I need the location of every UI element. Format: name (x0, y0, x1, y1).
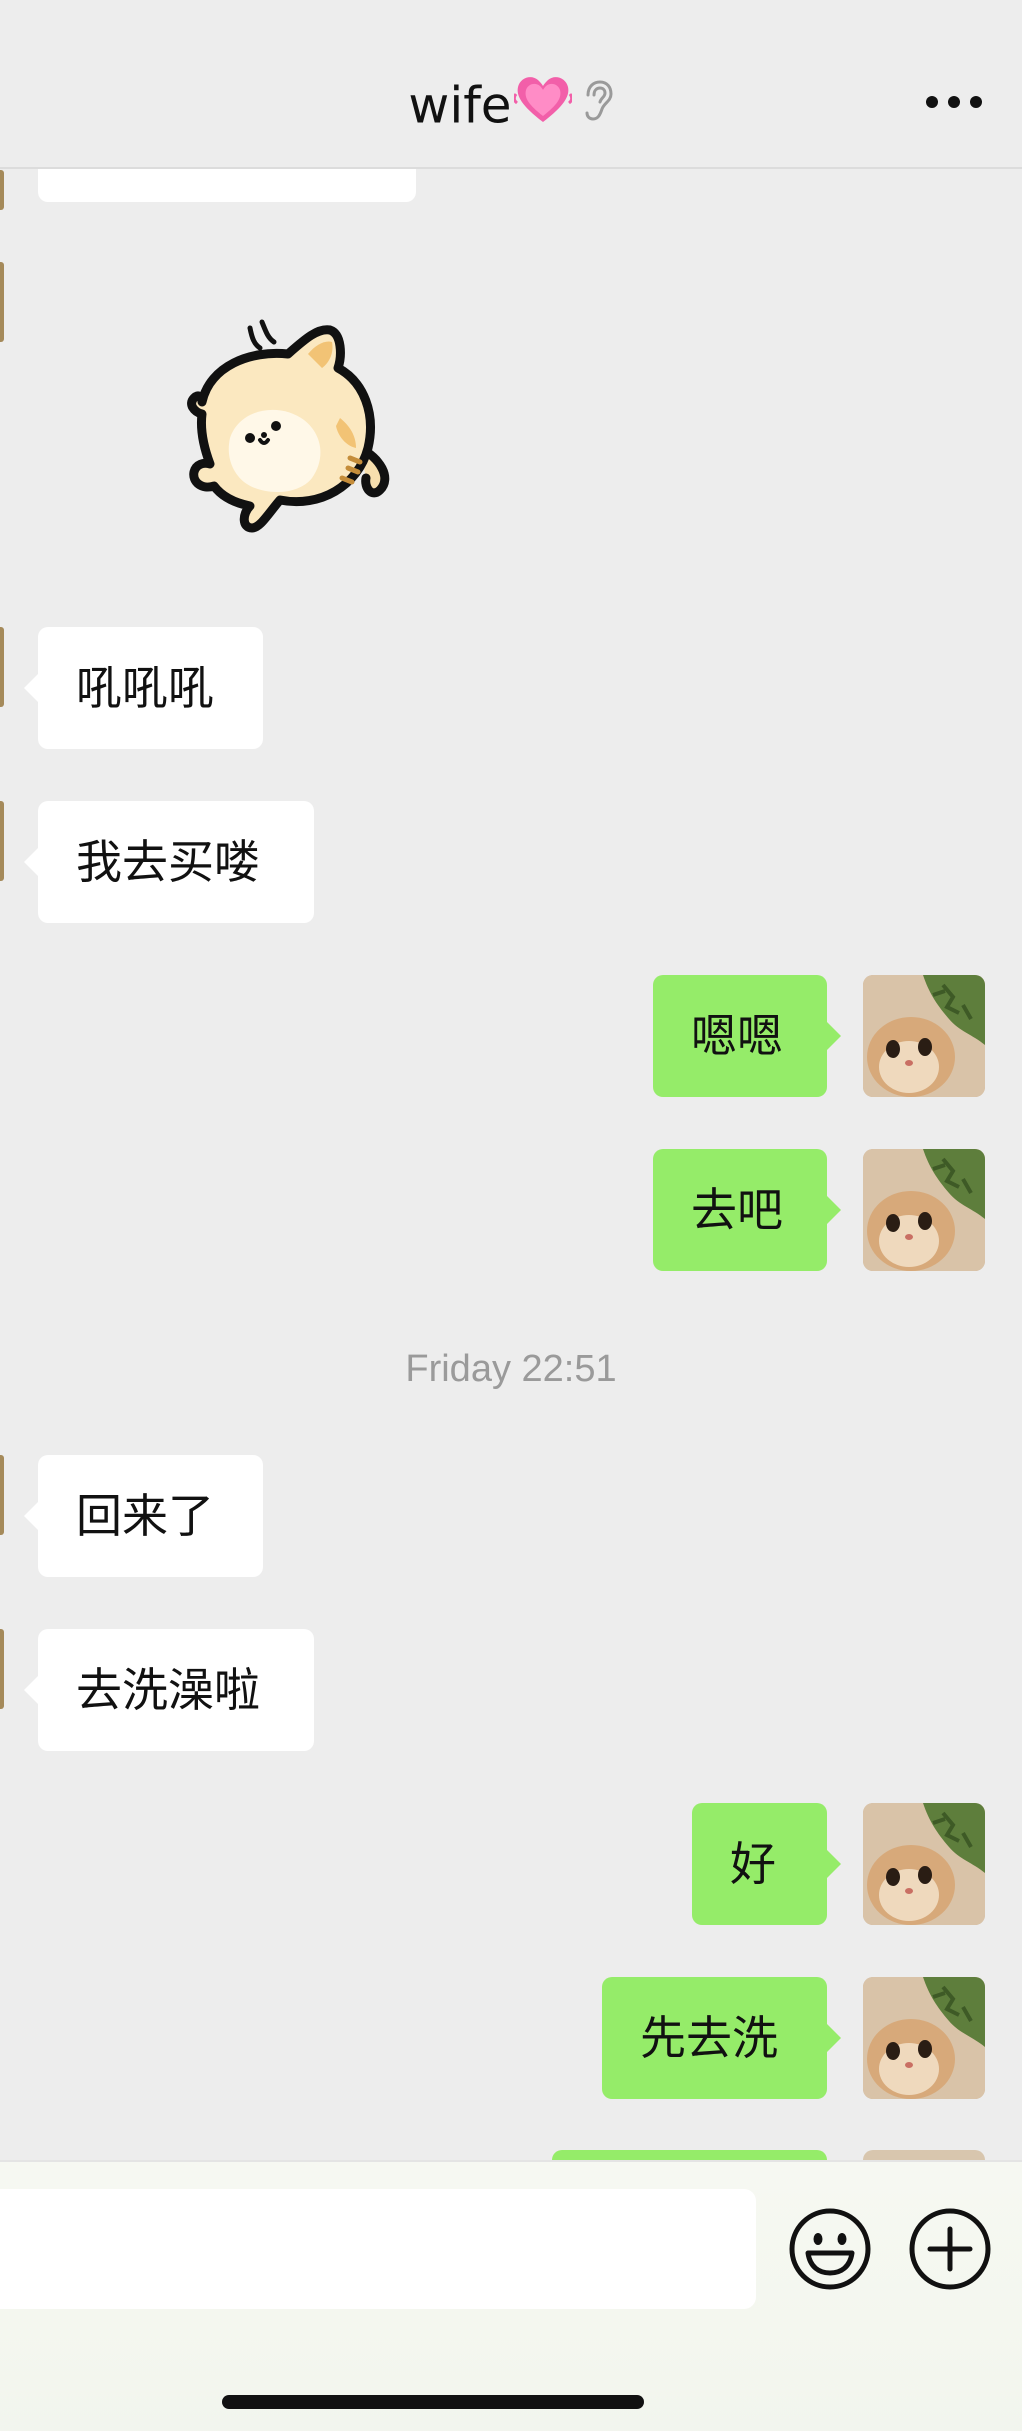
cat-sticker-icon[interactable] (180, 318, 420, 558)
plus-button[interactable] (908, 2207, 992, 2291)
message-timestamp: Friday 22:51 (405, 1348, 617, 1390)
more-dots-icon (926, 96, 982, 108)
contact-avatar[interactable] (0, 1455, 4, 1535)
plus-icon (909, 2208, 991, 2290)
input-bar (0, 2160, 1022, 2431)
outgoing-message[interactable]: 好 (692, 1803, 841, 1925)
ear-icon (582, 76, 614, 136)
outgoing-message[interactable]: 先去洗 (602, 1977, 841, 2099)
emoji-icon (789, 2208, 871, 2290)
my-avatar[interactable] (863, 1977, 985, 2099)
chat-screen: wife 吼吼吼 我去买喽 嗯嗯 去吧 Friday 22:51 回来了 去洗澡… (0, 0, 1022, 2431)
incoming-message[interactable]: 去洗澡啦 (24, 1629, 314, 1751)
contact-avatar[interactable] (0, 1629, 4, 1709)
more-options-button[interactable] (924, 82, 984, 122)
incoming-message[interactable]: 我去买喽 (24, 801, 314, 923)
my-avatar[interactable] (863, 1803, 985, 1925)
incoming-message[interactable]: 吼吼吼 (24, 627, 263, 749)
incoming-message[interactable]: 回来了 (24, 1455, 263, 1577)
my-avatar[interactable] (863, 1149, 985, 1271)
outgoing-message[interactable]: 嗯嗯 (653, 975, 841, 1097)
contact-avatar[interactable] (0, 627, 4, 707)
contact-avatar[interactable] (0, 170, 4, 210)
contact-avatar[interactable] (0, 801, 4, 881)
contact-avatar[interactable] (0, 262, 4, 342)
heart-emoji-icon (512, 72, 573, 139)
emoji-button[interactable] (788, 2207, 872, 2291)
my-avatar[interactable] (863, 975, 985, 1097)
chat-title: wife (408, 76, 512, 135)
chat-header: wife (0, 0, 1022, 169)
outgoing-message[interactable]: 去吧 (653, 1149, 841, 1271)
message-input[interactable] (0, 2189, 756, 2309)
chat-title-wrap: wife (0, 72, 1022, 139)
home-indicator[interactable] (222, 2395, 644, 2409)
